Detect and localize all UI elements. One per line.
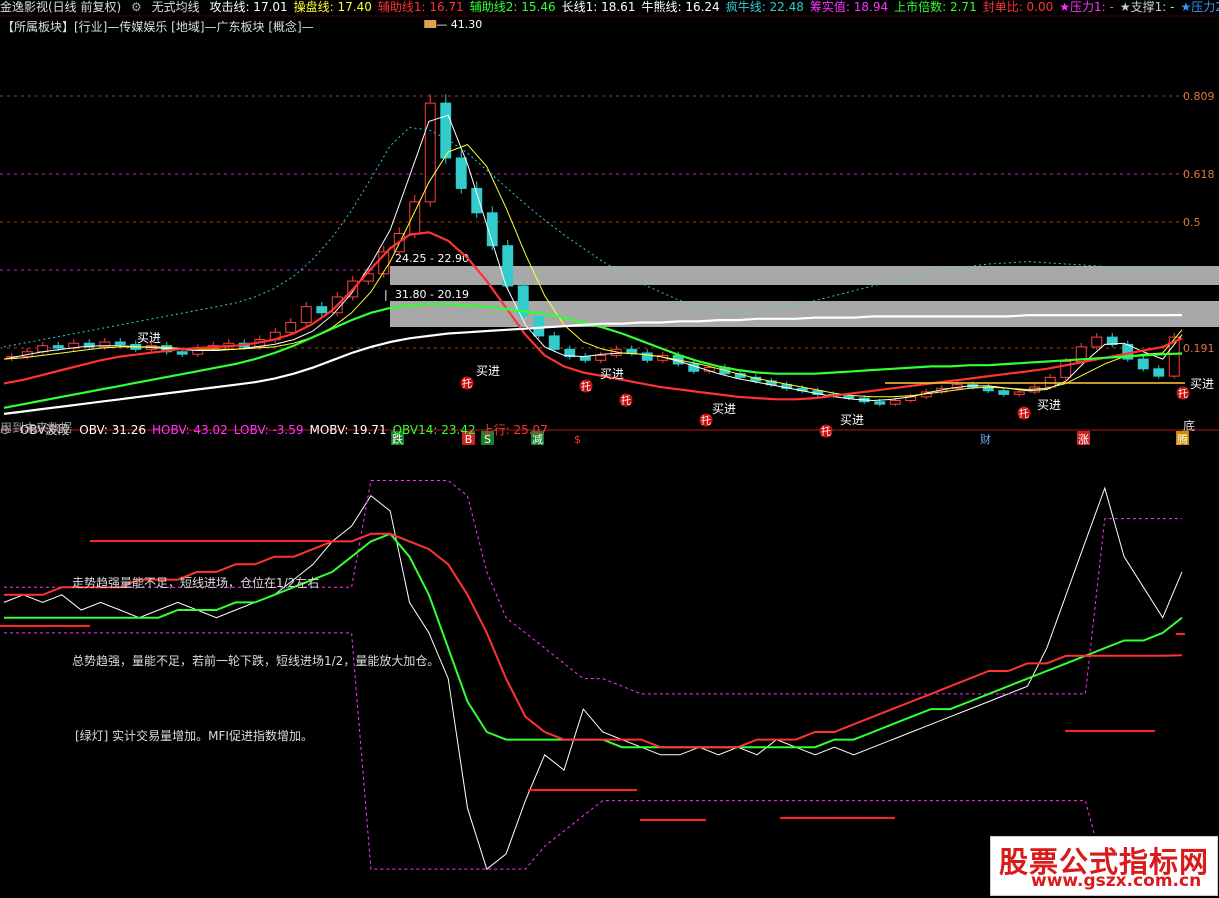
obv-name: OBV波段 [19,423,70,437]
range-band-2 [390,301,1219,327]
obv-item-0: OBV: 31.26 [79,423,146,437]
buy-label-2: 买进 [600,367,624,381]
tuo-label-3: 托 [701,414,711,427]
signal-5: 财 [980,432,991,446]
candle-body-11 [176,351,188,355]
candle-body-37 [579,356,591,361]
fib-label-2: 0.5 [1183,216,1201,229]
candle-body-29 [455,157,467,189]
fib-label-0: 0.809 [1183,90,1215,103]
candle-body-35 [548,335,560,350]
header-item-0: 攻击线: 17.01 [209,0,288,14]
header-item-6: 疯牛线: 22.48 [725,0,804,14]
header-item-12: ★压力2: - [1180,0,1219,14]
candle-body-40 [626,348,638,354]
indicator-values: 攻击线: 17.01 操盘线: 17.40 辅助线1: 16.71 辅助线2: 15.… [209,0,1219,14]
candle-body-73 [1137,358,1149,370]
obv-values: OBV: 31.26 HOBV: 43.02 LOBV: -3.59 MOBV: 19… [79,423,554,437]
obv-item-4: OBV14: 23.42 [392,423,476,437]
candle-body-70 [1091,336,1103,348]
software-title: 金逸影视(日线 前复权) [0,0,122,14]
tuo-label-4: 托 [821,425,831,438]
obv-item-2: LOBV: -3.59 [233,423,304,437]
buy-label-3: 买进 [712,402,736,416]
bottom-label: 底 [1183,418,1195,433]
candle-body-65 [1013,391,1025,395]
candle-body-38 [595,354,607,361]
fib-label-4: 0.191 [1183,342,1215,355]
high-price-label: — 41.30 [436,18,482,31]
range1-label: 24.25 - 22.90 [395,252,469,265]
obv-item-3: MOBV: 19.71 [309,423,387,437]
obv-item-5: 上行: 25.07 [481,423,548,437]
candle-body-7 [114,341,126,345]
signal-7: 腾 [1177,432,1188,446]
header-item-5: 牛熊线: 16.24 [641,0,720,14]
obv-note-2: 总势趋强，量能不足，若前一轮下跌，短线进场1/2，量能放大加仓。 [72,654,440,668]
signal-4: $ [574,433,581,446]
header-item-4: 长线1: 18.61 [561,0,636,14]
header-item-1: 操盘线: 17.40 [293,0,372,14]
header-item-9: 封单比: 0.00 [982,0,1054,14]
tuo-label-0: 托 [462,377,472,390]
range-tick-2: | [384,288,388,301]
watermark-url: www.gszx.com.cn [1031,871,1202,891]
header-item-10: ★压力1: - [1059,0,1114,14]
buy-label-6: 买进 [1190,377,1214,391]
price-line-0 [3,114,1183,402]
tuo-label-1: 托 [581,380,591,393]
candle-body-19 [300,306,312,323]
obv-line-3 [4,532,1183,749]
tuo-label-6: 托 [1178,387,1188,400]
candle-body-57 [889,400,901,405]
top-header: 金逸影视(日线 前复权) ⚙ 无式均线 攻击线: 17.01 操盘线: 17.40… [0,0,1219,16]
candle-body-26 [409,201,421,235]
watermark: 股票公式指标网 www.gszx.com.cn [990,836,1218,896]
buy-label-0: 买进 [137,331,161,345]
tuo-label-2: 托 [621,394,631,407]
fib-label-1: 0.618 [1183,168,1215,181]
signal-6: 涨 [1078,433,1089,446]
buy-label-5: 买进 [1037,398,1061,412]
ma-mode-icon[interactable]: ⚙ [131,0,142,14]
range2-label: 31.80 - 20.19 [395,288,469,301]
obv-note-1: 走势趋强量能不足，短线进场，仓位在1/2左右 [72,576,320,590]
candle-body-74 [1153,368,1165,377]
buy-label-4: 买进 [840,413,864,427]
obv-header: ⊖ OBV波段 OBV: 31.26 HOBV: 43.02 LOBV: -3.59… [0,421,560,438]
candle-body-56 [874,401,886,405]
range-band-1 [390,266,1219,285]
header-item-7: 筹实值: 18.94 [809,0,889,14]
candle-body-28 [440,102,452,159]
high-marker-box [424,20,437,28]
candle-body-3 [52,345,64,349]
header-item-2: 辅助线1: 16.71 [377,0,464,14]
header-item-3: 辅助线2: 15.46 [469,0,556,14]
obv-note-3: [绿灯] 实计交易量增加。MFI促进指数增加。 [75,729,313,743]
header-item-11: ★支撑1: - [1119,0,1175,14]
buy-label-1: 买进 [476,364,500,378]
candle-body-54 [843,395,855,399]
panel-title: 【所属板块】[行业]—传媒娱乐 [地域]—广东板块 [概念]— [2,20,314,34]
candle-body-67 [1044,376,1056,388]
obv-line-4 [4,532,1183,749]
header-item-8: 上市倍数: 2.71 [894,0,977,14]
chart-canvas: 0.8090.6180.50.3820.191|24.25 - 22.90|31… [0,15,1219,875]
obv-collapse-icon[interactable]: ⊖ [0,423,10,437]
obv-item-1: HOBV: 43.02 [152,423,228,437]
candle-body-20 [316,306,328,314]
candle-body-18 [285,322,297,333]
ma-mode[interactable]: 无式均线 [152,0,200,14]
candle-body-34 [533,315,545,337]
candle-body-64 [998,390,1010,395]
tuo-label-5: 托 [1019,407,1029,420]
